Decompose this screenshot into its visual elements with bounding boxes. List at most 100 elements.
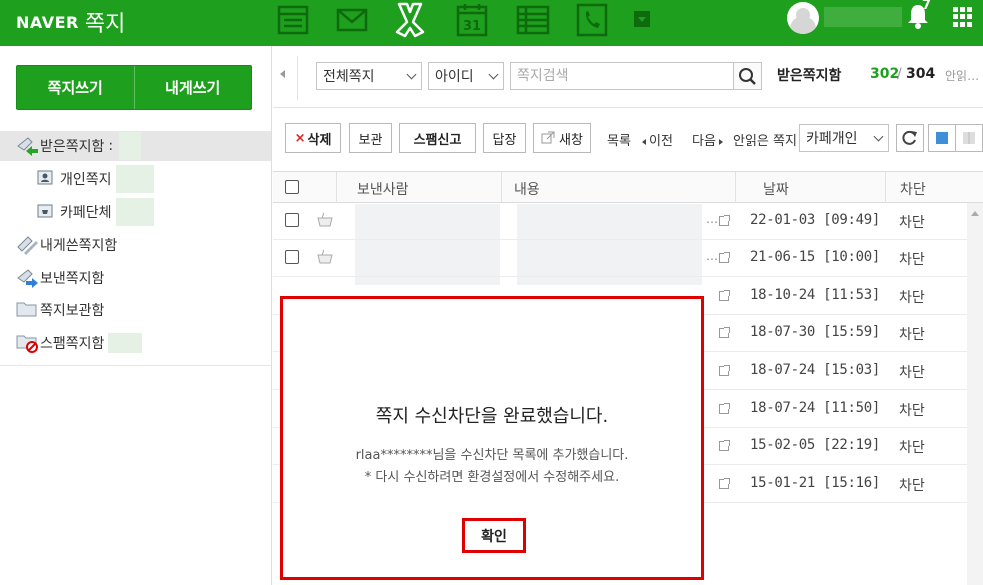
table-row[interactable]: … 21-06-15 [10:00] 차단 <box>273 240 970 277</box>
next-link[interactable]: 다음 <box>692 130 723 149</box>
prev-label: 이전 <box>649 134 673 149</box>
row-date: 18-07-24 [11:50] <box>750 400 881 416</box>
list-view-icon <box>936 132 948 144</box>
row-block-link[interactable]: 차단 <box>899 362 925 382</box>
view-list-button[interactable] <box>928 124 956 152</box>
header-content[interactable]: 내용 <box>514 179 540 199</box>
row-block-link[interactable]: 차단 <box>899 212 925 232</box>
search-field-value: 아이디 <box>435 69 474 85</box>
prev-link[interactable]: 이전 <box>642 130 673 149</box>
row-date: 18-07-30 [15:59] <box>750 324 881 340</box>
more-icon[interactable] <box>633 9 651 29</box>
row-date: 21-06-15 [10:00] <box>750 249 881 265</box>
row-block-link[interactable]: 차단 <box>899 475 925 495</box>
external-link-icon[interactable] <box>719 440 730 451</box>
divider <box>297 56 298 100</box>
list-link[interactable]: 목록 <box>607 130 631 149</box>
sidebar-item-spam[interactable]: 스팸쪽지함 <box>0 328 271 358</box>
count-redacted <box>119 132 142 160</box>
collapse-sidebar-icon[interactable] <box>280 70 285 78</box>
naver-logo-text: NAVER <box>16 12 79 32</box>
row-block-link[interactable]: 차단 <box>899 437 925 457</box>
avatar[interactable] <box>787 2 819 34</box>
external-link-icon[interactable] <box>719 290 730 301</box>
cafe-icon <box>36 202 58 222</box>
sidebar-item-personal[interactable]: 개인쪽지 <box>0 164 271 194</box>
row-checkbox[interactable] <box>285 213 299 227</box>
row-block-link[interactable]: 차단 <box>899 400 925 420</box>
cafe-filter-select[interactable]: 카페개인 <box>799 124 889 152</box>
folder-icon <box>16 300 38 320</box>
chevron-down-icon <box>873 131 884 142</box>
unread-filter-link[interactable]: 안읽… <box>945 67 979 84</box>
select-all-checkbox[interactable] <box>285 180 299 194</box>
external-link-icon[interactable] <box>719 215 730 226</box>
external-link-icon[interactable] <box>719 327 730 338</box>
reply-button[interactable]: 답장 <box>483 123 526 153</box>
chevron-down-icon <box>406 69 417 80</box>
write-self-button[interactable]: 내게쓰기 <box>135 66 252 109</box>
list-icon[interactable] <box>516 2 550 38</box>
mail-list-icon[interactable] <box>276 2 310 38</box>
dialog-message: rlaa********님을 수신차단 목록에 추가했습니다. * 다시 수신하… <box>283 445 701 489</box>
sidebar-item-self-notes[interactable]: 내게쓴쪽지함 <box>0 230 271 260</box>
scroll-up-icon[interactable] <box>971 211 979 216</box>
view-split-button[interactable] <box>955 124 983 152</box>
count-redacted <box>115 198 154 226</box>
app-grid-icon[interactable] <box>953 7 973 27</box>
note-icon[interactable] <box>393 2 427 38</box>
total-count: 304 <box>906 66 936 82</box>
scrollbar[interactable] <box>967 203 983 585</box>
divider <box>501 172 502 203</box>
header-date[interactable]: 날짜 <box>763 179 789 199</box>
search-input[interactable] <box>510 62 734 90</box>
sidebar-item-inbox[interactable]: 받은쪽지함 : <box>0 131 271 161</box>
delete-label: 삭제 <box>307 132 332 148</box>
close-icon: × <box>294 130 306 146</box>
mail-icon[interactable] <box>336 2 368 38</box>
confirm-button[interactable]: 확인 <box>462 518 526 553</box>
external-link-icon[interactable] <box>719 252 730 263</box>
dialog-message-line2: * 다시 수신하려면 환경설정에서 수정해주세요. <box>364 470 620 485</box>
search-icon <box>739 68 756 85</box>
count-separator: / <box>897 66 902 82</box>
unread-count: 302 <box>870 66 900 82</box>
folder-filter-select[interactable]: 전체쪽지 <box>316 62 422 90</box>
external-link-icon[interactable] <box>719 403 730 414</box>
new-window-label: 새창 <box>559 132 583 148</box>
external-link-icon[interactable] <box>719 478 730 489</box>
delete-button[interactable]: × 삭제 <box>285 123 341 153</box>
archive-button[interactable]: 보관 <box>349 123 392 153</box>
sidebar-item-sent[interactable]: 보낸쪽지함 <box>0 263 271 293</box>
new-window-button[interactable]: 새창 <box>533 123 591 153</box>
row-date: 15-02-05 [22:19] <box>750 437 881 453</box>
header-sender[interactable]: 보낸사람 <box>357 179 409 199</box>
row-checkbox[interactable] <box>285 250 299 264</box>
sidebar-item-cafe[interactable]: 카페단체 <box>0 197 271 227</box>
sidebar-item-label: 쪽지보관함 <box>40 303 105 319</box>
username-redacted <box>824 7 902 27</box>
header-block[interactable]: 차단 <box>900 179 926 199</box>
calendar-icon[interactable]: 31 <box>456 2 488 38</box>
row-block-link[interactable]: 차단 <box>899 249 925 269</box>
external-link-icon <box>541 131 555 144</box>
row-block-link[interactable]: 차단 <box>899 287 925 307</box>
sidebar-item-archive[interactable]: 쪽지보관함 <box>0 295 271 325</box>
calendar-day: 31 <box>463 19 481 34</box>
phone-icon[interactable] <box>576 2 608 38</box>
write-note-button[interactable]: 쪽지쓰기 <box>17 66 134 109</box>
table-header: 보낸사람 내용 날짜 차단 <box>273 171 983 203</box>
refresh-button[interactable] <box>896 124 924 152</box>
cafe-cup-icon <box>315 248 335 266</box>
search-button[interactable] <box>733 62 762 90</box>
external-link-icon[interactable] <box>719 365 730 376</box>
spam-report-button[interactable]: 스팸신고 <box>399 123 476 153</box>
table-row[interactable]: … 22-01-03 [09:49] 차단 <box>273 203 970 240</box>
search-field-select[interactable]: 아이디 <box>428 62 504 90</box>
row-date: 22-01-03 [09:49] <box>750 212 881 228</box>
unread-only-link[interactable]: 안읽은 쪽지 <box>733 130 797 149</box>
inbox-icon <box>16 136 38 156</box>
row-block-link[interactable]: 차단 <box>899 324 925 344</box>
row-date: 15-01-21 [15:16] <box>750 475 881 491</box>
logo[interactable]: NAVER 쪽지 <box>16 7 125 37</box>
